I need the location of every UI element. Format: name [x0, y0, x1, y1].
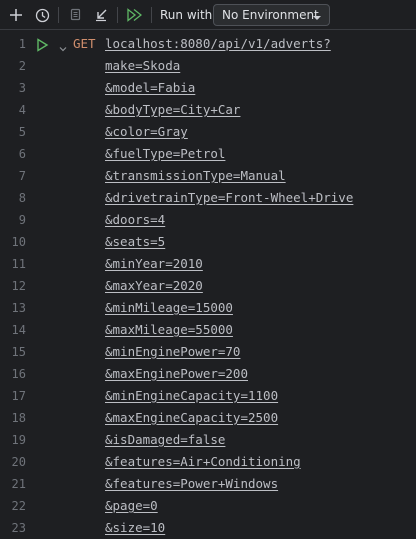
query-param[interactable]: &doors=4	[105, 209, 165, 231]
query-param[interactable]: &minMileage=15000	[105, 297, 233, 319]
editor-line[interactable]: 9 &doors=4	[0, 209, 416, 231]
http-request-editor[interactable]: 1 GET localhost:8080/api/v1/adverts? 2 make=…	[0, 31, 416, 537]
line-number: 8	[18, 191, 26, 205]
line-number: 17	[11, 389, 26, 403]
line-number: 1	[18, 37, 26, 51]
editor-line[interactable]: 16 &maxEnginePower=200	[0, 363, 416, 385]
run-all-icon[interactable]	[124, 5, 144, 25]
editor-line[interactable]: 3 &model=Fabia	[0, 77, 416, 99]
query-param[interactable]: &color=Gray	[105, 121, 188, 143]
toolbar-separator	[58, 7, 59, 23]
editor-line[interactable]: 14 &maxMileage=55000	[0, 319, 416, 341]
line-number: 5	[18, 125, 26, 139]
line-number: 14	[11, 323, 26, 337]
editor-line[interactable]: 4 &bodyType=City+Car	[0, 99, 416, 121]
history-icon[interactable]	[32, 5, 52, 25]
line-number: 13	[11, 301, 26, 315]
editor-line[interactable]: 20 &features=Air+Conditioning	[0, 451, 416, 473]
environment-select[interactable]: No Environment	[213, 4, 330, 26]
query-param[interactable]: &seats=5	[105, 231, 165, 253]
line-number: 11	[11, 257, 26, 271]
query-param[interactable]: &minEnginePower=70	[105, 341, 240, 363]
editor-line[interactable]: 15 &minEnginePower=70	[0, 341, 416, 363]
line-number: 22	[11, 499, 26, 513]
line-number: 15	[11, 345, 26, 359]
line-number: 23	[11, 521, 26, 535]
query-param[interactable]: &size=10	[105, 517, 165, 539]
editor-line[interactable]: 5 &color=Gray	[0, 121, 416, 143]
fold-chevron-icon[interactable]	[58, 39, 68, 52]
query-param[interactable]: &features=Air+Conditioning	[105, 451, 301, 473]
toolbar-separator	[151, 7, 152, 23]
editor-line[interactable]: 7 &transmissionType=Manual	[0, 165, 416, 187]
import-icon[interactable]	[91, 5, 111, 25]
editor-line[interactable]: 6 &fuelType=Petrol	[0, 143, 416, 165]
editor-line[interactable]: 10 &seats=5	[0, 231, 416, 253]
line-number: 20	[11, 455, 26, 469]
environment-value: No Environment	[222, 8, 319, 22]
line-number: 6	[18, 147, 26, 161]
copy-icon[interactable]	[65, 5, 85, 25]
toolbar-separator	[117, 7, 118, 23]
editor-line[interactable]: 23 &size=10	[0, 517, 416, 539]
editor-line[interactable]: 22 &page=0	[0, 495, 416, 517]
request-url[interactable]: localhost:8080/api/v1/adverts?	[105, 33, 331, 55]
editor-line[interactable]: 21 &features=Power+Windows	[0, 473, 416, 495]
editor-line[interactable]: 1 GET localhost:8080/api/v1/adverts?	[0, 33, 416, 55]
editor-line[interactable]: 11 &minYear=2010	[0, 253, 416, 275]
query-param[interactable]: &fuelType=Petrol	[105, 143, 225, 165]
query-param[interactable]: &maxMileage=55000	[105, 319, 233, 341]
line-number: 21	[11, 477, 26, 491]
query-param[interactable]: &maxEnginePower=200	[105, 363, 248, 385]
editor-line[interactable]: 18 &maxEngineCapacity=2500	[0, 407, 416, 429]
line-number: 18	[11, 411, 26, 425]
query-param[interactable]: &isDamaged=false	[105, 429, 225, 451]
add-icon[interactable]	[6, 5, 26, 25]
line-number: 4	[18, 103, 26, 117]
editor-line[interactable]: 12 &maxYear=2020	[0, 275, 416, 297]
query-param[interactable]: make=Skoda	[105, 55, 180, 77]
query-param[interactable]: &minYear=2010	[105, 253, 203, 275]
editor-line[interactable]: 17 &minEngineCapacity=1100	[0, 385, 416, 407]
editor-line[interactable]: 8 &drivetrainType=Front-Wheel+Drive	[0, 187, 416, 209]
query-param[interactable]: &page=0	[105, 495, 158, 517]
editor-line[interactable]: 2 make=Skoda	[0, 55, 416, 77]
editor-line[interactable]: 19 &isDamaged=false	[0, 429, 416, 451]
query-param[interactable]: &transmissionType=Manual	[105, 165, 286, 187]
run-request-icon[interactable]	[35, 37, 49, 52]
line-number: 3	[18, 81, 26, 95]
line-number: 2	[18, 59, 26, 73]
line-number: 16	[11, 367, 26, 381]
http-client-toolbar: Run with: No Environment	[0, 0, 416, 30]
line-number: 12	[11, 279, 26, 293]
query-param[interactable]: &drivetrainType=Front-Wheel+Drive	[105, 187, 353, 209]
query-param[interactable]: &maxEngineCapacity=2500	[105, 407, 278, 429]
line-number: 9	[18, 213, 26, 227]
run-with-label: Run with:	[160, 8, 217, 22]
query-param[interactable]: &minEngineCapacity=1100	[105, 385, 278, 407]
chevron-down-icon	[311, 9, 323, 21]
line-number: 10	[11, 235, 26, 249]
query-param[interactable]: &features=Power+Windows	[105, 473, 278, 495]
query-param[interactable]: &bodyType=City+Car	[105, 99, 240, 121]
editor-line[interactable]: 13 &minMileage=15000	[0, 297, 416, 319]
line-number: 7	[18, 169, 26, 183]
http-method: GET	[73, 36, 96, 51]
line-number: 19	[11, 433, 26, 447]
query-param[interactable]: &maxYear=2020	[105, 275, 203, 297]
query-param[interactable]: &model=Fabia	[105, 77, 195, 99]
